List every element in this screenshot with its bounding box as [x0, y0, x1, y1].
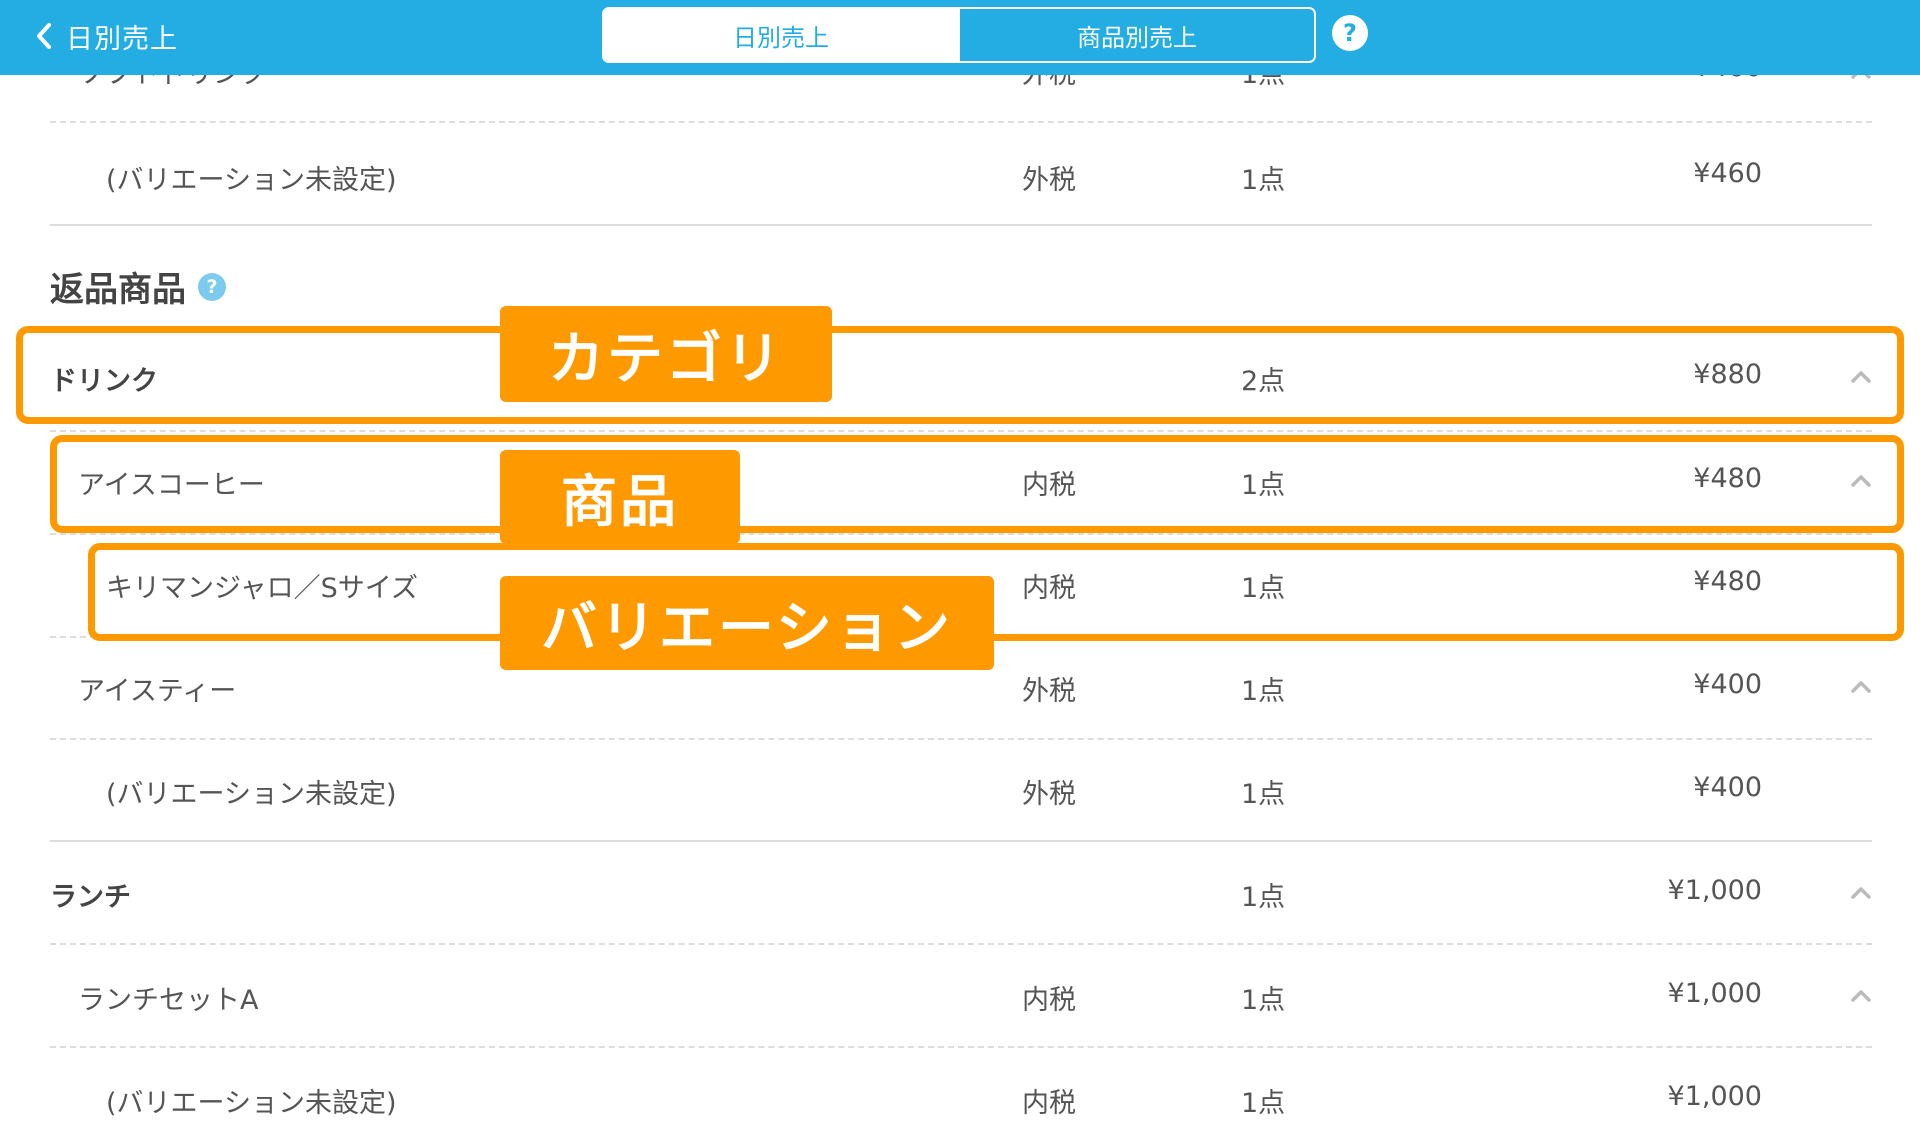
- tab-daily-sales[interactable]: 日別売上: [604, 9, 958, 61]
- product-highlight-frame: [50, 435, 1904, 533]
- quantity: 1点: [1241, 165, 1286, 196]
- divider: [50, 121, 1872, 123]
- quantity: 1点: [1241, 676, 1286, 707]
- variation-highlight-frame: [88, 543, 1904, 641]
- variation-name: (バリエーション未設定): [106, 779, 397, 810]
- chevron-up-icon[interactable]: [1850, 989, 1872, 1003]
- chevron-left-icon: [37, 23, 51, 49]
- category-name: ランチ: [50, 882, 131, 913]
- top-nav-bar: 日別売上 日別売上 商品別売上 ?: [0, 0, 1920, 75]
- amount: ¥1,000: [1667, 978, 1762, 1009]
- tax-type: 外税: [1022, 165, 1076, 196]
- tax-type: 外税: [1022, 779, 1076, 810]
- tax-type: 内税: [1022, 1088, 1076, 1119]
- divider: [50, 738, 1872, 740]
- divider: [50, 533, 1872, 535]
- variation-annotation-label: バリエーション: [500, 576, 994, 670]
- divider: [50, 1046, 1872, 1048]
- chevron-up-icon[interactable]: [1850, 886, 1872, 900]
- quantity: 1点: [1241, 779, 1286, 810]
- amount: ¥1,000: [1667, 1081, 1762, 1112]
- tab-product-sales[interactable]: 商品別売上: [958, 9, 1314, 61]
- category-highlight-frame: [16, 326, 1904, 424]
- divider: [50, 430, 1872, 432]
- help-icon[interactable]: ?: [1332, 15, 1368, 51]
- chevron-up-icon[interactable]: [1850, 680, 1872, 694]
- divider: [50, 943, 1872, 945]
- returned-items-heading: 返品商品 ?: [50, 262, 226, 311]
- quantity: 1点: [1241, 985, 1286, 1016]
- product-name: ランチセットA: [78, 985, 259, 1016]
- quantity: 1点: [1241, 1088, 1286, 1119]
- product-annotation-label: 商品: [500, 450, 740, 544]
- tax-type: 外税: [1022, 676, 1076, 707]
- quantity: 1点: [1241, 882, 1286, 913]
- product-name: アイスティー: [78, 676, 237, 707]
- section-divider: [50, 224, 1872, 226]
- amount: ¥460: [1693, 158, 1762, 189]
- segmented-control: 日別売上 商品別売上: [602, 7, 1316, 63]
- amount: ¥400: [1693, 772, 1762, 803]
- tax-type: 内税: [1022, 985, 1076, 1016]
- variation-name: (バリエーション未設定): [106, 165, 397, 196]
- amount: ¥400: [1693, 669, 1762, 700]
- variation-name: (バリエーション未設定): [106, 1088, 397, 1119]
- back-button-label: 日別売上: [66, 23, 178, 55]
- help-icon[interactable]: ?: [198, 272, 226, 301]
- section-title: 返品商品: [50, 270, 186, 310]
- section-divider: [50, 840, 1872, 842]
- back-button[interactable]: 日別売上: [36, 14, 178, 58]
- amount: ¥1,000: [1667, 875, 1762, 906]
- category-annotation-label: カテゴリ: [500, 306, 832, 402]
